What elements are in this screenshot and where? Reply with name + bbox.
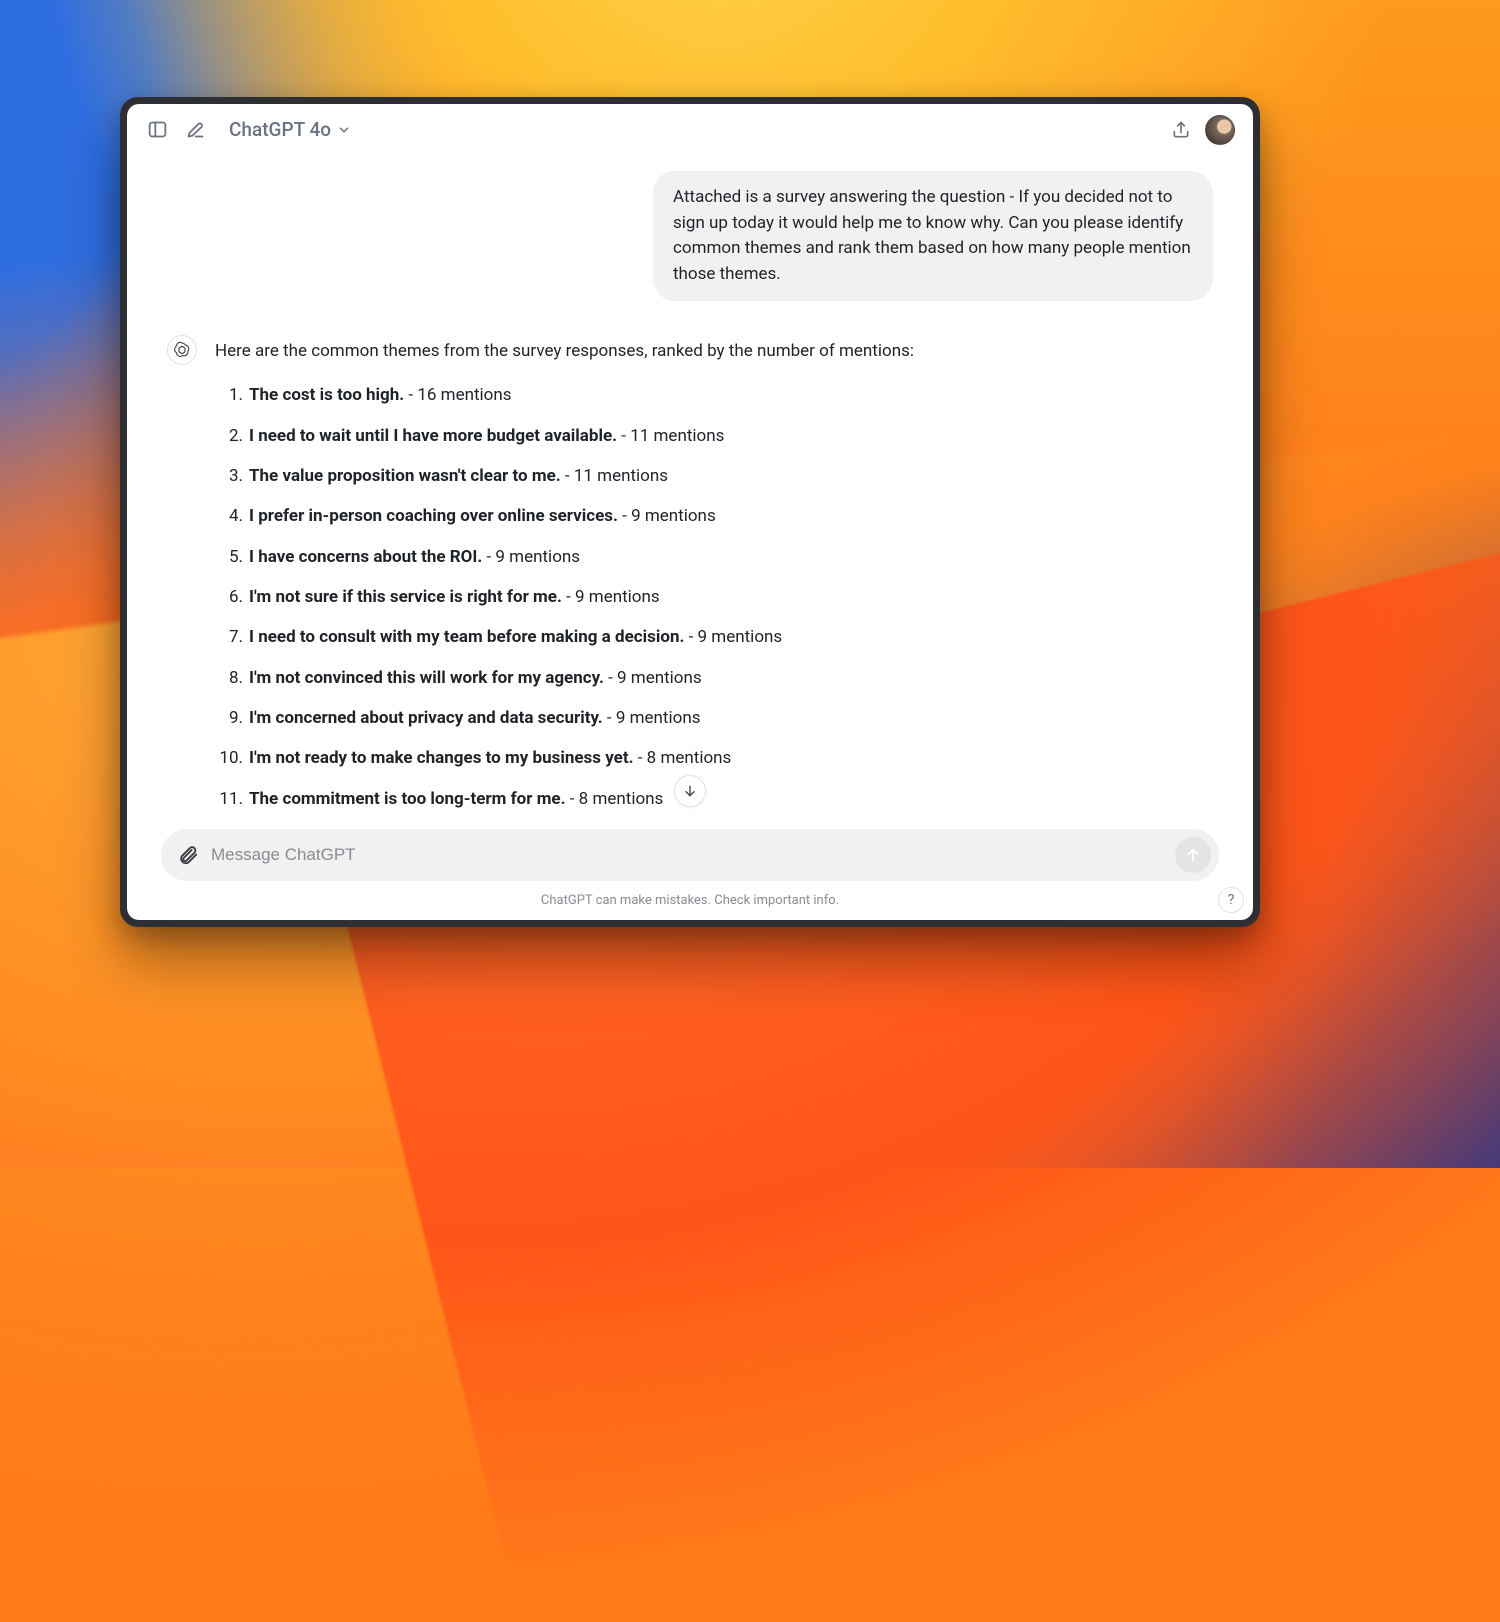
conversation-area: Attached is a survey answering the quest…: [127, 151, 1253, 823]
share-button[interactable]: [1167, 116, 1195, 144]
user-message-row: Attached is a survey answering the quest…: [167, 171, 1213, 301]
user-message-text: Attached is a survey answering the quest…: [673, 187, 1191, 284]
theme-title: I have concerns about the ROI.: [249, 547, 482, 567]
toggle-sidebar-button[interactable]: [143, 116, 171, 144]
theme-item: I'm concerned about privacy and data sec…: [215, 705, 1213, 731]
theme-item: I'm not sure if this service is right fo…: [215, 584, 1213, 610]
scroll-to-bottom-button[interactable]: [674, 775, 706, 807]
theme-title: I need to consult with my team before ma…: [249, 627, 684, 647]
theme-mentions: - 9 mentions: [482, 547, 580, 567]
new-chat-button[interactable]: [181, 116, 209, 144]
composer-wrap: [127, 823, 1253, 887]
theme-title: I'm not sure if this service is right fo…: [249, 587, 562, 607]
model-name: ChatGPT 4o: [229, 118, 331, 141]
composer: [161, 829, 1219, 881]
theme-item: The cost is too high. - 16 mentions: [215, 382, 1213, 408]
theme-title: I need to wait until I have more budget …: [249, 426, 617, 446]
assistant-avatar: [167, 335, 197, 365]
theme-title: The cost is too high.: [249, 385, 404, 405]
theme-mentions: - 9 mentions: [618, 506, 716, 526]
share-icon: [1171, 120, 1191, 140]
arrow-down-icon: [682, 783, 698, 799]
paperclip-icon: [177, 844, 199, 866]
chevron-down-icon: [337, 123, 351, 137]
theme-item: I'm not ready to make changes to my busi…: [215, 745, 1213, 771]
app-window: ChatGPT 4o Attached is a survey answerin…: [120, 97, 1260, 927]
theme-title: The commitment is too long-term for me.: [249, 789, 566, 809]
theme-title: The value proposition wasn't clear to me…: [249, 466, 561, 486]
compose-icon: [185, 119, 206, 140]
help-label: ?: [1228, 892, 1235, 908]
model-selector[interactable]: ChatGPT 4o: [223, 114, 357, 145]
theme-item: I need to wait until I have more budget …: [215, 423, 1213, 449]
app-inner: ChatGPT 4o Attached is a survey answerin…: [127, 104, 1253, 920]
theme-title: I'm not convinced this will work for my …: [249, 668, 604, 688]
theme-title: I prefer in-person coaching over online …: [249, 506, 618, 526]
theme-mentions: - 9 mentions: [562, 587, 660, 607]
app-header: ChatGPT 4o: [127, 104, 1253, 151]
themes-list: The cost is too high. - 16 mentions I nee…: [215, 382, 1213, 823]
theme-mentions: - 9 mentions: [684, 627, 782, 647]
theme-mentions: - 9 mentions: [603, 708, 701, 728]
arrow-up-icon: [1184, 846, 1202, 864]
theme-mentions: - 8 mentions: [634, 748, 732, 768]
theme-item: I need to consult with my team before ma…: [215, 624, 1213, 650]
theme-item: The value proposition wasn't clear to me…: [215, 463, 1213, 489]
openai-icon: [173, 341, 191, 359]
theme-item: I have concerns about the ROI. - 9 menti…: [215, 544, 1213, 570]
theme-mentions: - 8 mentions: [566, 789, 664, 809]
theme-mentions: - 16 mentions: [404, 385, 511, 405]
theme-item: I prefer in-person coaching over online …: [215, 503, 1213, 529]
theme-title: I'm not ready to make changes to my busi…: [249, 748, 634, 768]
send-button[interactable]: [1175, 837, 1211, 873]
assistant-message-content: Here are the common themes from the surv…: [215, 335, 1213, 823]
theme-item: The commitment is too long-term for me. …: [215, 786, 1213, 812]
user-message-bubble: Attached is a survey answering the quest…: [653, 171, 1213, 301]
sidebar-icon: [147, 119, 168, 140]
user-avatar[interactable]: [1205, 115, 1235, 145]
footer-note: ChatGPT can make mistakes. Check importa…: [127, 887, 1253, 920]
theme-mentions: - 11 mentions: [561, 466, 668, 486]
theme-mentions: - 9 mentions: [604, 668, 702, 688]
assistant-message-row: Here are the common themes from the surv…: [167, 335, 1213, 823]
assistant-intro: Here are the common themes from the surv…: [215, 338, 1213, 364]
message-input[interactable]: [211, 845, 1165, 865]
attach-button[interactable]: [175, 842, 201, 868]
theme-item: I'm not convinced this will work for my …: [215, 665, 1213, 691]
help-button[interactable]: ?: [1218, 887, 1244, 913]
theme-title: I'm concerned about privacy and data sec…: [249, 708, 603, 728]
theme-mentions: - 11 mentions: [617, 426, 724, 446]
